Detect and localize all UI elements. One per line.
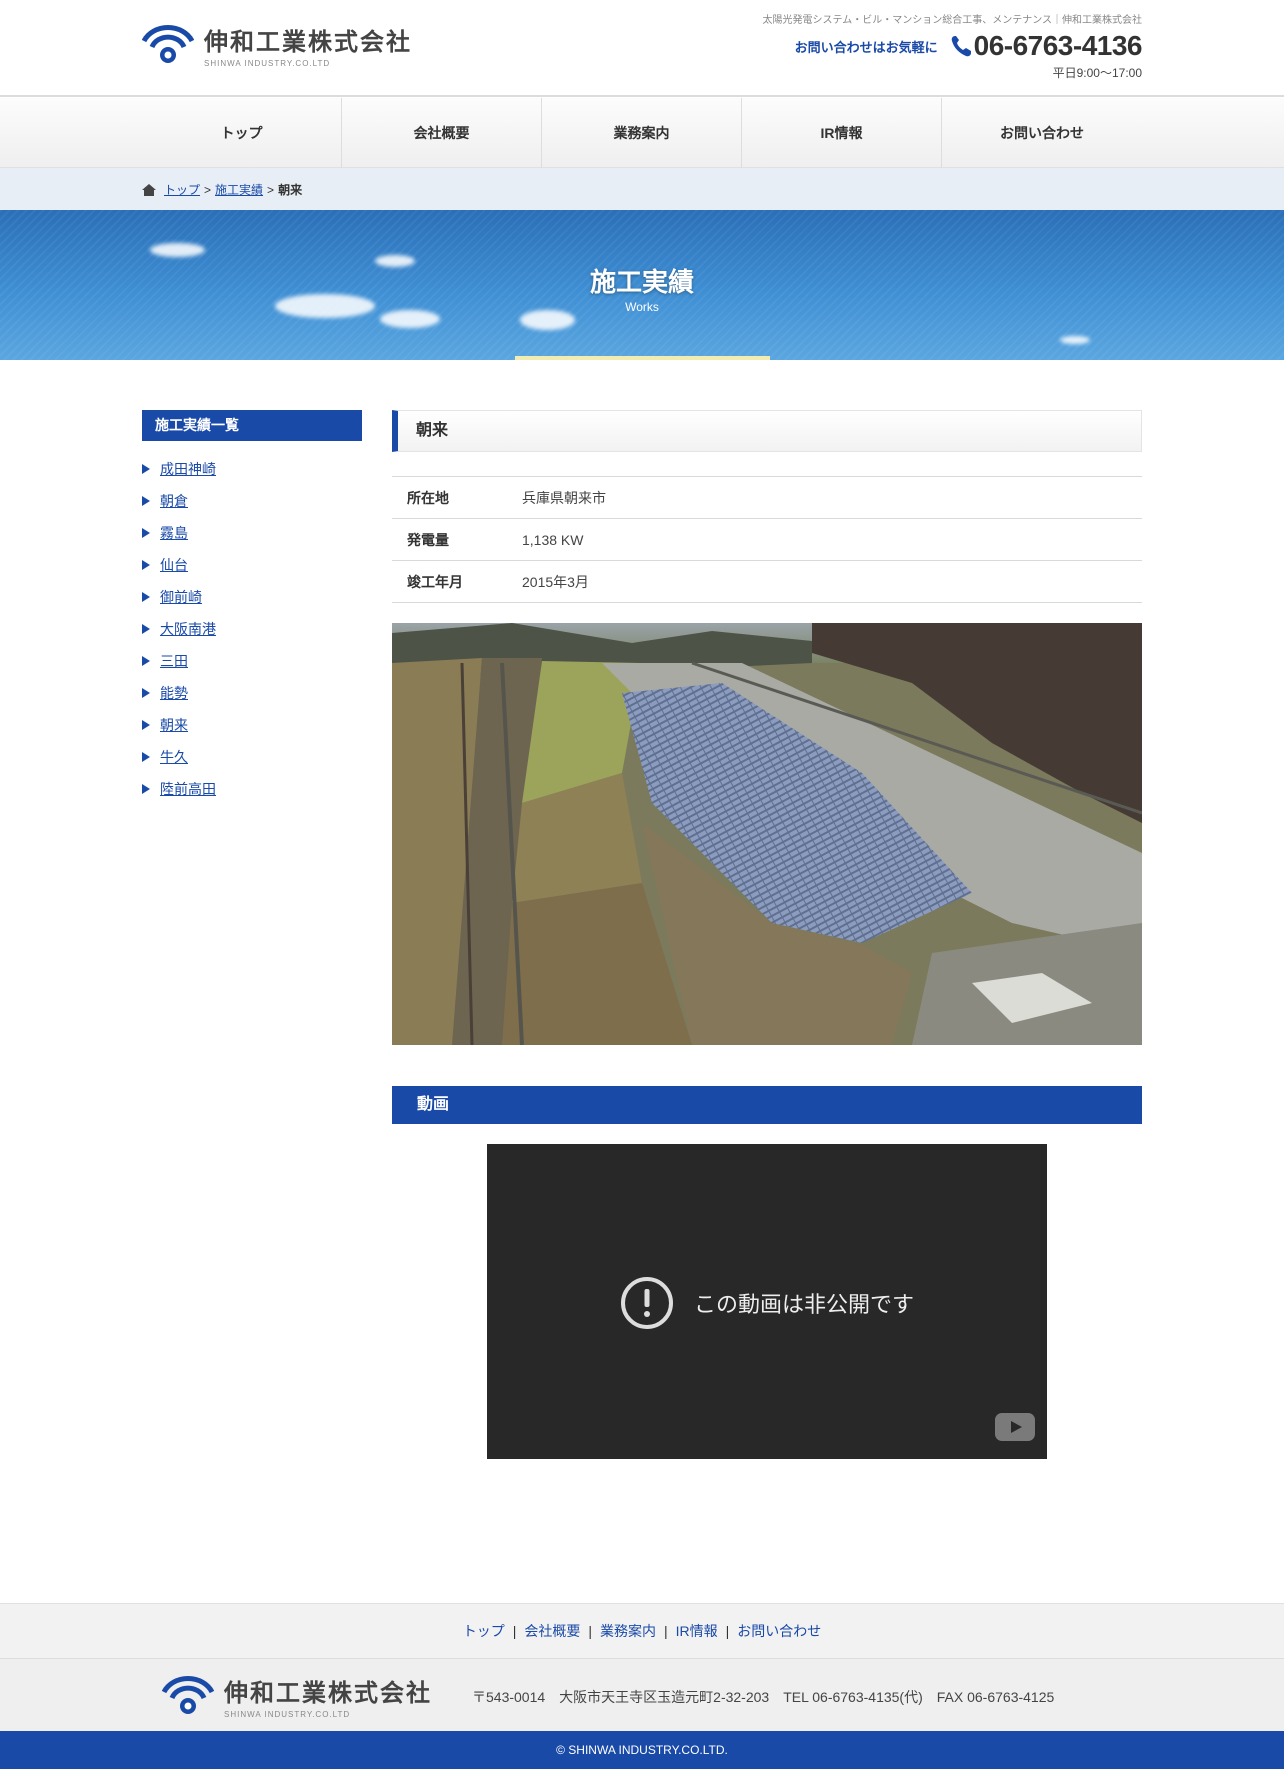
contact-block: お問い合わせはお気軽に 06-6763-4136 — [794, 30, 1143, 62]
company-logo[interactable]: 伸和工業株式会社 SHINWA INDUSTRY.CO.LTD — [142, 22, 412, 68]
spec-table: 所在地 兵庫県朝来市 発電量 1,138 KW 竣工年月 2015年3月 — [392, 476, 1142, 603]
works-link[interactable]: 仙台 — [160, 557, 188, 573]
breadcrumb: トップ > 施工実績 > 朝来 — [0, 168, 1284, 210]
spec-label: 竣工年月 — [407, 573, 463, 590]
page-subtitle: Works — [625, 300, 659, 314]
spec-label: 所在地 — [407, 489, 449, 506]
works-link[interactable]: 霧島 — [160, 525, 188, 541]
logo-subtitle: SHINWA INDUSTRY.CO.LTD — [204, 59, 331, 68]
works-link[interactable]: 三田 — [160, 653, 188, 669]
aerial-photo-illustration — [392, 623, 1142, 1045]
site-aerial-photo — [392, 623, 1142, 1045]
breadcrumb-link-works[interactable]: 施工実績 — [215, 181, 263, 198]
site-header: 伸和工業株式会社 SHINWA INDUSTRY.CO.LTD 太陽光発電システ… — [0, 0, 1284, 97]
nav-item-ir[interactable]: IR情報 — [742, 98, 942, 168]
works-link[interactable]: 能勢 — [160, 685, 188, 701]
works-link[interactable]: 朝倉 — [160, 493, 188, 509]
page-hero: 施工実績 Works — [0, 210, 1284, 360]
page-title: 施工実績 — [589, 267, 694, 297]
video-player[interactable]: この動画は非公開です — [487, 1144, 1047, 1459]
phone-number[interactable]: 06-6763-4136 — [974, 30, 1143, 62]
works-list-item: 朝来 — [142, 709, 362, 741]
sidebar: 施工実績一覧 成田神崎 朝倉 霧島 仙台 御前崎 大阪南港 三田 能勢 朝来 牛… — [142, 410, 362, 805]
works-link[interactable]: 成田神崎 — [160, 461, 216, 477]
works-link[interactable]: 朝来 — [160, 717, 188, 733]
footer-logo-name: 伸和工業株式会社 — [224, 1679, 432, 1707]
nav-item-services[interactable]: 業務案内 — [542, 98, 742, 168]
footer-separator: | — [588, 1623, 592, 1639]
works-list-item: 牛久 — [142, 741, 362, 773]
works-link[interactable]: 御前崎 — [160, 589, 202, 605]
footer-logo-subtitle: SHINWA INDUSTRY.CO.LTD — [224, 1710, 351, 1719]
breadcrumb-current: 朝来 — [278, 183, 303, 197]
warning-icon — [620, 1277, 673, 1329]
global-nav: トップ 会社概要 業務案内 IR情報 お問い合わせ — [0, 98, 1284, 168]
business-hours: 平日9:00～17:00 — [1052, 66, 1142, 80]
footer-info: 伸和工業株式会社 SHINWA INDUSTRY.CO.LTD 〒543-001… — [0, 1659, 1284, 1731]
nav-item-top[interactable]: トップ — [142, 98, 342, 168]
spec-label: 発電量 — [407, 531, 449, 548]
works-list-item: 大阪南港 — [142, 613, 362, 645]
works-list: 成田神崎 朝倉 霧島 仙台 御前崎 大阪南港 三田 能勢 朝来 牛久 陸前高田 — [142, 453, 362, 805]
contact-label: お問い合わせはお気軽に — [794, 39, 938, 55]
works-list-item: 御前崎 — [142, 581, 362, 613]
works-list-item: 霧島 — [142, 517, 362, 549]
works-link[interactable]: 陸前高田 — [160, 781, 216, 797]
nav-item-company[interactable]: 会社概要 — [342, 98, 542, 168]
youtube-icon[interactable] — [995, 1413, 1035, 1441]
works-link[interactable]: 大阪南港 — [160, 621, 216, 637]
home-icon — [142, 183, 156, 196]
breadcrumb-link-top[interactable]: トップ — [164, 181, 200, 198]
footer-separator: | — [725, 1623, 730, 1639]
footer-link-top[interactable]: トップ — [463, 1621, 505, 1641]
table-row: 竣工年月 2015年3月 — [392, 560, 1142, 603]
site-tagline: 太陽光発電システム・ビル・マンション総合工事、メンテナンス｜伸和工業株式会社 — [762, 15, 1143, 26]
breadcrumb-separator: > — [204, 182, 212, 197]
table-row: 発電量 1,138 KW — [392, 518, 1142, 561]
works-list-item: 仙台 — [142, 549, 362, 581]
footer-link-company[interactable]: 会社概要 — [524, 1621, 580, 1641]
table-row: 所在地 兵庫県朝来市 — [392, 476, 1142, 519]
hero-cloud — [150, 243, 205, 257]
footer-separator: | — [664, 1623, 668, 1639]
video-status: この動画は非公開です — [487, 1276, 1047, 1330]
footer-nav: トップ | 会社概要 | 業務案内 | IR情報 | お問い合わせ — [0, 1603, 1284, 1659]
entry-title: 朝来 — [392, 410, 1142, 452]
video-private-message: この動画は非公開です — [693, 1293, 914, 1318]
works-list-item: 朝倉 — [142, 485, 362, 517]
sidebar-heading: 施工実績一覧 — [142, 410, 362, 441]
main-content: 朝来 所在地 兵庫県朝来市 発電量 1,138 KW 竣工年月 2015年3月 — [392, 410, 1142, 1459]
footer-logo[interactable]: 伸和工業株式会社 SHINWA INDUSTRY.CO.LTD — [162, 1673, 432, 1719]
footer-link-contact[interactable]: お問い合わせ — [737, 1621, 821, 1641]
company-logo-icon — [142, 25, 194, 63]
spec-value: 2015年3月 — [522, 573, 589, 590]
hero-accent-bar — [515, 356, 770, 360]
works-list-item: 三田 — [142, 645, 362, 677]
company-logo-icon — [162, 1676, 214, 1714]
works-list-item: 能勢 — [142, 677, 362, 709]
nav-item-contact[interactable]: お問い合わせ — [942, 98, 1142, 168]
footer-link-ir[interactable]: IR情報 — [676, 1621, 718, 1641]
hero-cloud — [1060, 336, 1090, 344]
company-address: 〒543-0014 大阪市天王寺区玉造元町2-32-203 TEL 06-676… — [472, 1689, 1055, 1705]
works-list-item: 成田神崎 — [142, 453, 362, 485]
copyright: © SHINWA INDUSTRY.CO.LTD. — [0, 1731, 1284, 1769]
footer-link-services[interactable]: 業務案内 — [600, 1621, 656, 1641]
video-heading: 動画 — [392, 1086, 1142, 1124]
spec-value: 1,138 KW — [522, 531, 584, 548]
logo-name: 伸和工業株式会社 — [204, 28, 412, 56]
footer-separator: | — [512, 1623, 517, 1639]
breadcrumb-separator: > — [267, 182, 275, 197]
spec-value: 兵庫県朝来市 — [522, 489, 606, 506]
phone-icon — [951, 36, 971, 57]
works-link[interactable]: 牛久 — [160, 749, 188, 765]
works-list-item: 陸前高田 — [142, 773, 362, 805]
